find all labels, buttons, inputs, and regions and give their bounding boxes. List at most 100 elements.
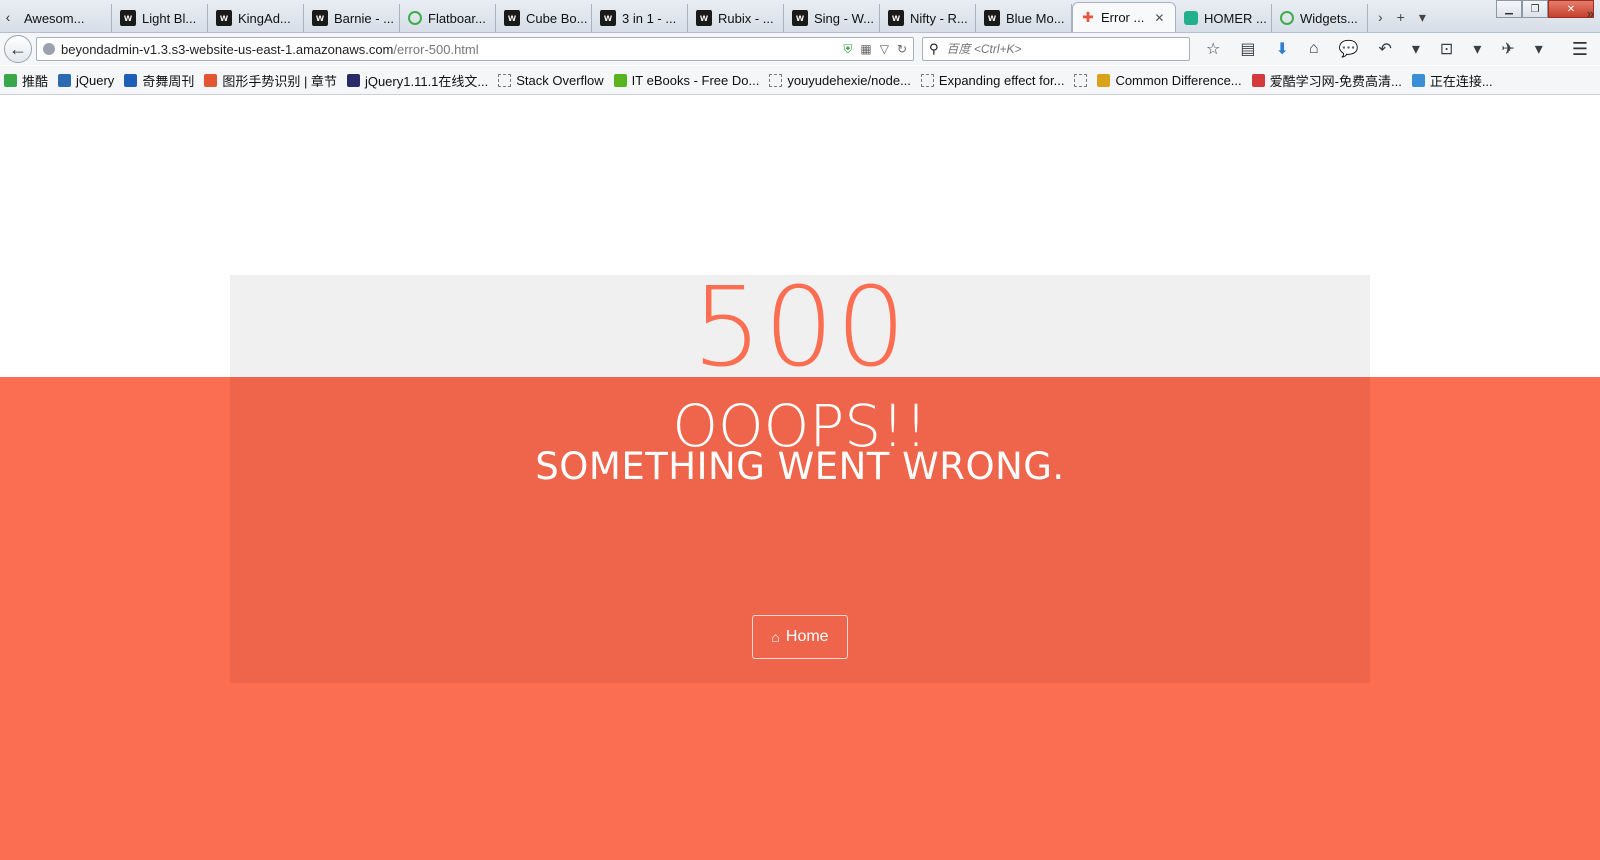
- back-button[interactable]: ←: [4, 35, 32, 63]
- tab-6[interactable]: w 3 in 1 - ...: [592, 4, 688, 32]
- home-icon[interactable]: ⌂: [1309, 40, 1319, 58]
- home-button-label: Home: [785, 628, 829, 645]
- minimize-icon[interactable]: ▁: [1496, 0, 1522, 18]
- hamburger-menu-icon[interactable]: ☰: [1572, 39, 1588, 60]
- address-bar[interactable]: beyondadmin-v1.3.s3-website-us-east-1.am…: [36, 37, 914, 61]
- home-button[interactable]: ⌂ Home: [752, 615, 848, 659]
- url-icons: ⛨ ▦ ▽ ↻: [843, 42, 907, 57]
- reading-list-icon[interactable]: ▤: [1240, 39, 1255, 59]
- chat-icon[interactable]: 💬: [1339, 39, 1359, 59]
- green-ring-icon: [408, 11, 422, 25]
- search-input[interactable]: [944, 41, 1183, 57]
- bookmark-label: jQuery: [76, 72, 115, 88]
- extension-dropdown-icon[interactable]: ▾: [1535, 39, 1543, 59]
- bookmark-favicon-icon: [124, 73, 138, 87]
- bookmark-item[interactable]: 爱酷学习网-免费高清...: [1251, 71, 1402, 90]
- bookmark-label: Expanding effect for...: [938, 72, 1065, 88]
- bookmark-favicon-icon: [498, 73, 512, 87]
- bookmark-favicon-icon: [4, 73, 17, 87]
- bookmark-label: jQuery1.11.1在线文...: [364, 73, 489, 89]
- bookmark-item[interactable]: 图形手势识别 | 章节: [204, 71, 337, 90]
- tab-label: Rubix - ...: [718, 10, 774, 26]
- tab-tools: › + ▾: [1368, 2, 1436, 32]
- tab-11[interactable]: ✚ Error ... ✕: [1072, 2, 1176, 32]
- w-logo-icon: w: [120, 10, 136, 26]
- tab-label: Barnie - ...: [334, 10, 394, 26]
- tab-close-icon[interactable]: ✕: [1154, 11, 1164, 25]
- bookmark-favicon-icon: [58, 73, 72, 87]
- bookmark-favicon-icon: [204, 73, 218, 87]
- bookmark-item[interactable]: 奇舞周刊: [124, 71, 194, 90]
- tab-scroll-right-icon[interactable]: ›: [1378, 9, 1383, 25]
- tab-8[interactable]: w Sing - W...: [784, 4, 880, 32]
- search-bar[interactable]: ⚲: [922, 37, 1190, 61]
- download-icon[interactable]: ⬇: [1275, 39, 1288, 59]
- tab-label: Blue Mo...: [1006, 10, 1065, 26]
- dropdown-arrow-icon[interactable]: ▽: [880, 42, 889, 56]
- globe-icon: [43, 43, 55, 55]
- bookmark-item[interactable]: jQuery1.11.1在线文...: [346, 71, 489, 90]
- w-logo-icon: w: [792, 10, 808, 26]
- bookmark-item[interactable]: 正在连接...: [1411, 71, 1493, 90]
- tab-7[interactable]: w Rubix - ...: [688, 4, 784, 32]
- tab-label: HOMER ...: [1204, 10, 1267, 26]
- tab-label: Error ...: [1101, 10, 1145, 25]
- w-logo-icon: w: [312, 10, 328, 26]
- tab-label: KingAd...: [238, 10, 291, 26]
- url-text[interactable]: beyondadmin-v1.3.s3-website-us-east-1.am…: [61, 42, 837, 57]
- bookmarks-overflow-icon[interactable]: »: [1587, 6, 1594, 21]
- shield-icon[interactable]: ⛨: [843, 42, 852, 57]
- bookmark-favicon-icon: [1074, 73, 1088, 87]
- bookmark-favicon-icon: [613, 73, 627, 87]
- crop-icon[interactable]: ⊡: [1440, 39, 1453, 59]
- undo-icon[interactable]: ↶: [1378, 39, 1391, 59]
- tab-9[interactable]: w Nifty - R...: [880, 4, 976, 32]
- bookmark-item[interactable]: [1074, 73, 1088, 87]
- bookmark-item[interactable]: jQuery: [58, 73, 114, 88]
- new-tab-icon[interactable]: +: [1397, 9, 1405, 25]
- bookmark-label: youyudehexie/node...: [787, 72, 911, 88]
- restore-icon[interactable]: ❐: [1522, 0, 1548, 18]
- bookmark-star-icon[interactable]: ☆: [1206, 39, 1220, 59]
- bookmark-item[interactable]: 推酷: [4, 71, 48, 90]
- tab-scroll-left-icon[interactable]: ‹: [0, 2, 16, 32]
- error-code: 500: [692, 263, 908, 391]
- bookmark-item[interactable]: Stack Overflow: [498, 72, 604, 88]
- bookmark-label: 正在连接...: [1429, 73, 1493, 89]
- tab-4[interactable]: Flatboar...: [400, 4, 496, 32]
- green-ring-icon: [1280, 11, 1294, 25]
- window-controls: ▁ ❐ ✕: [1496, 0, 1594, 18]
- tab-1[interactable]: w Light Bl...: [112, 4, 208, 32]
- toolbar: ☆ ▤ ⬇ ⌂ 💬 ↶ ▾ ⊡ ▾ ✈ ▾: [1206, 39, 1543, 59]
- tab-list-chevron-icon[interactable]: ▾: [1419, 9, 1426, 26]
- tab-3[interactable]: w Barnie - ...: [304, 4, 400, 32]
- bookmark-label: Stack Overflow: [516, 72, 604, 88]
- bookmark-item[interactable]: youyudehexie/node...: [769, 73, 911, 88]
- bookmark-label: IT eBooks - Free Do...: [631, 72, 760, 88]
- tab-13[interactable]: Widgets...: [1272, 4, 1368, 32]
- bookmark-item[interactable]: Expanding effect for...: [920, 72, 1065, 88]
- bookmark-favicon-icon: [1411, 73, 1425, 87]
- bookmark-label: 奇舞周刊: [142, 73, 195, 89]
- qr-code-icon[interactable]: ▦: [860, 42, 871, 56]
- crop-dropdown-icon[interactable]: ▾: [1473, 39, 1481, 59]
- home-icon: ⌂: [771, 629, 780, 645]
- w-logo-icon: w: [504, 10, 520, 26]
- bookmark-label: 爱酷学习网-免费高清...: [1269, 73, 1402, 89]
- extension-icon[interactable]: ✈: [1501, 39, 1514, 59]
- reload-icon[interactable]: ↻: [897, 42, 907, 56]
- bookmark-item[interactable]: IT eBooks - Free Do...: [613, 72, 760, 88]
- tab-2[interactable]: w KingAd...: [208, 4, 304, 32]
- tab-label: Sing - W...: [814, 10, 874, 26]
- bookmark-item[interactable]: Common Difference...: [1097, 73, 1242, 88]
- tab-0[interactable]: Awesom...: [16, 4, 112, 32]
- back-arrow-icon: ←: [9, 38, 27, 59]
- tab-5[interactable]: w Cube Bo...: [496, 4, 592, 32]
- tab-12[interactable]: HOMER ...: [1176, 4, 1272, 32]
- search-icon: ⚲: [929, 41, 939, 56]
- bookmark-label: 图形手势识别 | 章节: [222, 73, 337, 89]
- w-logo-icon: w: [984, 10, 1000, 26]
- undo-dropdown-icon[interactable]: ▾: [1412, 39, 1420, 59]
- tab-10[interactable]: w Blue Mo...: [976, 4, 1072, 32]
- bookmark-favicon-icon: [920, 73, 934, 87]
